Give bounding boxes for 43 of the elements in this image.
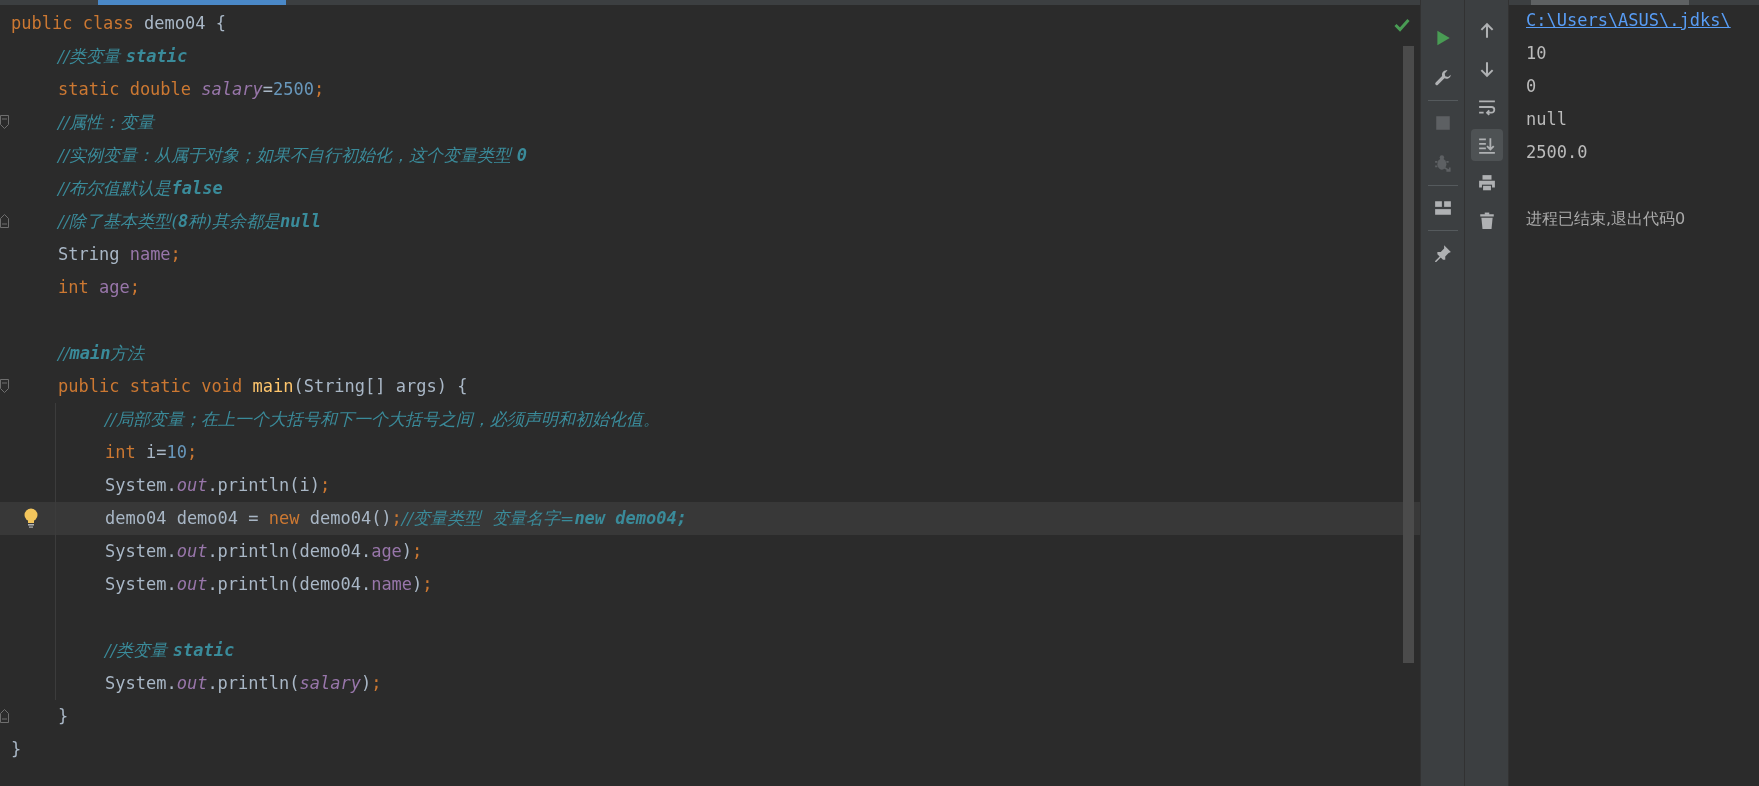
code-line: //除了基本类型(8种)其余都是null [58, 210, 321, 233]
code-line: //局部变量；在上一个大括号和下一个大括号之间，必须声明和初始化值。 [105, 408, 661, 431]
code-line: //类变量 static [58, 45, 188, 68]
code-line: //布尔值默认是false [58, 177, 223, 200]
console-output: null [1526, 108, 1567, 131]
checkmark-icon [1394, 18, 1410, 32]
scrollbar-thumb[interactable] [1531, 0, 1689, 5]
lightbulb-icon[interactable] [23, 508, 39, 528]
code-line: } [11, 738, 22, 761]
exit-message: 进程已结束,退出代码0 [1526, 208, 1686, 230]
wrench-icon[interactable] [1433, 69, 1452, 87]
code-line: //实例变量：从属于对象；如果不自行初始化，这个变量类型 0 [58, 144, 528, 167]
console-output: 2500.0 [1526, 141, 1588, 164]
code-line: public static void main(String[] args) { [58, 375, 468, 398]
code-line: public class demo04 { [11, 12, 226, 35]
fold-icon[interactable] [0, 379, 9, 393]
code-line: //main方法 [58, 342, 145, 365]
fold-icon[interactable] [0, 214, 9, 228]
code-line: System.out.println(i); [105, 474, 331, 497]
code-line: int age; [58, 276, 140, 299]
code-line: static double salary=2500; [58, 78, 325, 101]
fold-icon[interactable] [0, 115, 9, 129]
code-line: System.out.println(salary); [105, 672, 382, 695]
code-line: //类变量 static [105, 639, 235, 662]
printer-icon [1477, 174, 1496, 192]
code-line: int i=10; [105, 441, 198, 464]
code-line: } [58, 705, 69, 728]
fold-icon[interactable] [0, 709, 9, 723]
scroll-to-end-icon [1477, 136, 1496, 154]
console-link[interactable]: C:\Users\ASUS\.jdks\ [1526, 4, 1731, 37]
trash-icon [1477, 212, 1496, 230]
code-line: //属性：变量 [58, 111, 155, 134]
code-line: String name; [58, 243, 181, 266]
pin-icon[interactable] [1433, 244, 1452, 262]
code-line: demo04 demo04 = new demo04();//变量类型 变量名字=new demo04; [105, 507, 687, 530]
code-line: System.out.println(demo04.age); [105, 540, 423, 563]
layout-icon[interactable] [1433, 199, 1452, 217]
console-output: 10 [1526, 42, 1547, 65]
soft-wrap-icon [1477, 98, 1496, 116]
toolbar-button[interactable] [1470, 129, 1503, 161]
console-output: 0 [1526, 75, 1537, 98]
code-line: System.out.println(demo04.name); [105, 573, 433, 596]
scrollbar-thumb[interactable] [1403, 46, 1414, 663]
